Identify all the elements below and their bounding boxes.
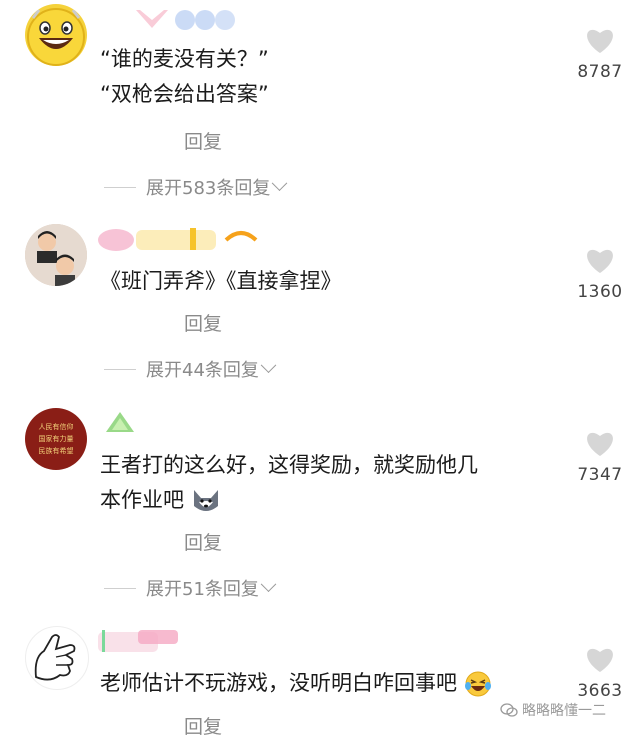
like-count: 3663 [577,681,623,701]
username-blurred[interactable] [100,410,140,434]
watermark: 略略略懂一二 [500,700,606,720]
avatar[interactable] [25,626,89,690]
expand-label: 展开51条回复 [146,579,259,600]
comment-line: 王者打的这么好，这得奖励，就奖励他几 [100,453,478,477]
avatar[interactable] [25,224,87,286]
divider-line [104,368,136,370]
comment-line-text: 本作业吧 [100,488,184,512]
laughing-crying-emoji-icon [464,671,491,697]
chevron-down-icon [272,174,288,191]
reply-button[interactable]: 回复 [184,712,222,739]
heart-icon [587,648,613,672]
like-button[interactable]: 1360 [572,247,628,302]
avatar[interactable]: 人民有信仰 国家有力量 民族有希望 [25,408,87,470]
comment-line: “谁的麦没有关？” [100,47,269,71]
comment-text: 《班门弄斧》《直接拿捏》 [100,264,342,299]
pointing-hand-icon [34,634,76,681]
avatar-caption: 人民有信仰 [38,423,74,431]
comment-line: “双枪会给出答案” [100,82,269,106]
expand-label: 展开583条回复 [146,178,271,199]
heart-icon [587,432,613,456]
username-blurred[interactable] [100,6,240,30]
heart-icon [587,29,613,53]
avatar-caption: 民族有希望 [38,447,74,455]
expand-label: 展开44条回复 [146,360,259,381]
username-blurred[interactable] [96,226,266,251]
divider-line [104,186,136,188]
reply-button[interactable]: 回复 [184,309,222,336]
reply-button[interactable]: 回复 [184,528,222,555]
comment-line-text: 老师估计不玩游戏，没听明白咋回事吧 [100,671,457,695]
username-blurred[interactable] [98,628,188,652]
avatar-caption: 国家有力量 [38,435,74,443]
chevron-down-icon [260,356,277,373]
chevron-down-icon [260,575,277,592]
like-count: 7347 [577,465,623,485]
laughing-face-icon [27,8,85,66]
comment-text: 老师估计不玩游戏，没听明白咋回事吧 [100,666,492,701]
reply-button[interactable]: 回复 [184,127,222,154]
like-count: 1360 [577,282,623,302]
watermark-text: 略略略懂一二 [522,703,606,719]
comment-line: 《班门弄斧》《直接拿捏》 [100,269,342,293]
heart-icon [587,249,613,273]
expand-replies-button[interactable]: 展开44条回复 [104,356,277,382]
avatar[interactable] [25,4,87,66]
comment-line: 本作业吧 [100,483,478,518]
expand-replies-button[interactable]: 展开51条回复 [104,575,277,601]
comment-line: 老师估计不玩游戏，没听明白咋回事吧 [100,666,492,701]
like-count: 8787 [577,62,623,82]
like-button[interactable]: 8787 [572,27,628,82]
comment-text: 王者打的这么好，这得奖励，就奖励他几 本作业吧 [100,448,478,518]
comment-text: “谁的麦没有关？” “双枪会给出答案” [100,42,269,112]
couple-photo-icon [25,224,87,286]
expand-replies-button[interactable]: 展开583条回复 [104,174,288,200]
like-button[interactable]: 7347 [572,430,628,485]
husky-emoji-icon [193,490,218,511]
like-button[interactable]: 3663 [572,646,628,701]
wechat-icon [500,703,518,717]
divider-line [104,587,136,589]
